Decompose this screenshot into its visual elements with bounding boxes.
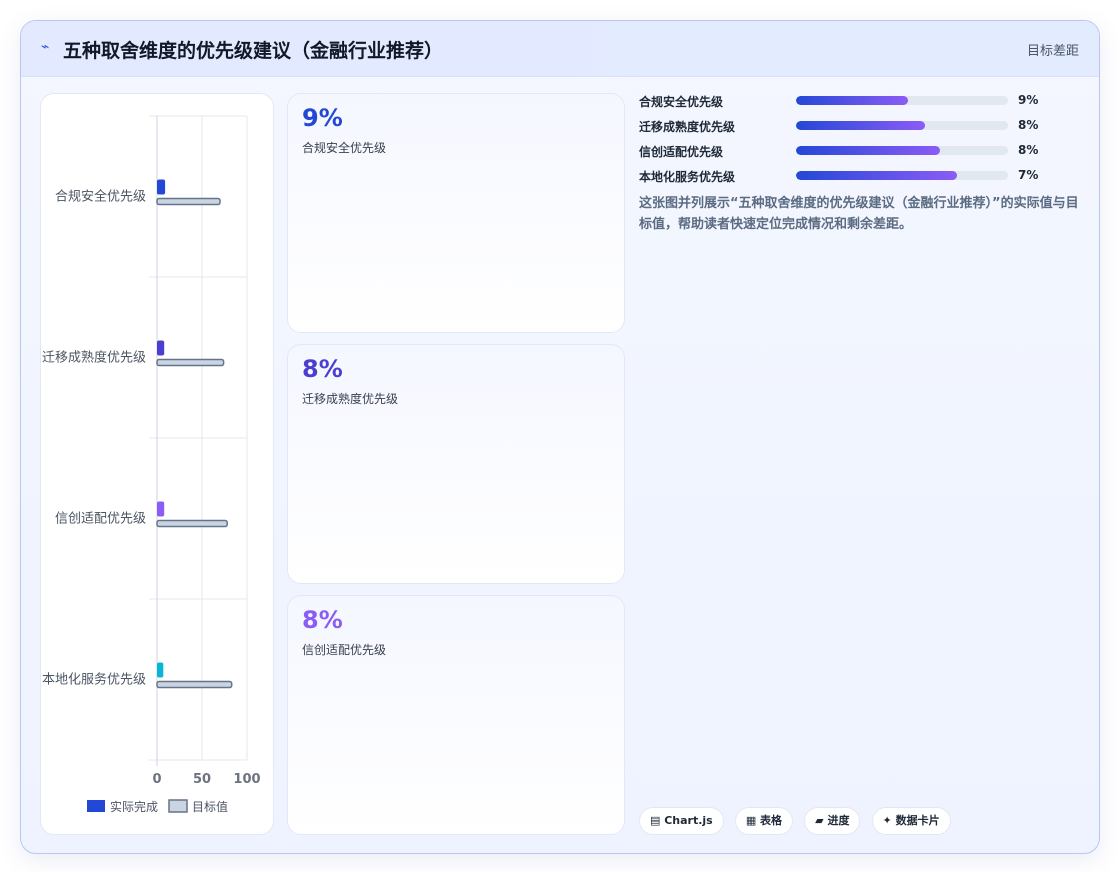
dashboard-card: ⌁ 五种取舍维度的优先级建议（金融行业推荐） 目标差距 合规安全优先级 迁移成熟度… xyxy=(20,20,1100,854)
bar-actual xyxy=(157,662,164,678)
chip-table[interactable]: ▦ 表格 xyxy=(734,807,794,835)
x-tick-label: 100 xyxy=(233,772,260,787)
category-label: 迁移成熟度优先级 xyxy=(42,350,146,366)
progress-track xyxy=(796,171,1008,180)
header-tag[interactable]: 目标差距 xyxy=(1027,40,1079,59)
kpi-label: 迁移成熟度优先级 xyxy=(302,392,399,406)
kpi-card-xinchuang: 8% 信创适配优先级 xyxy=(287,595,625,835)
progress-track xyxy=(796,146,1008,155)
legend-swatch-actual xyxy=(87,800,105,812)
progress-value: 8% xyxy=(1018,118,1039,132)
progress-value: 7% xyxy=(1018,168,1039,182)
progress-value: 9% xyxy=(1018,93,1039,107)
progress-fill xyxy=(796,171,958,180)
header-bar: ⌁ 五种取舍维度的优先级建议（金融行业推荐） 目标差距 xyxy=(21,21,1099,77)
chip-data-cards[interactable]: ✦ 数据卡片 xyxy=(871,807,951,835)
category-label: 信创适配优先级 xyxy=(55,512,146,527)
chip-progress[interactable]: ▰ 进度 xyxy=(804,807,861,835)
trend-icon: ⌁ xyxy=(41,39,50,55)
page-title: 五种取舍维度的优先级建议（金融行业推荐） xyxy=(63,40,444,62)
category-label: 合规安全优先级 xyxy=(55,189,146,205)
kpi-card-compliance: 9% 合规安全优先级 xyxy=(287,93,625,333)
progress-row: 迁移成熟度优先级 8% xyxy=(639,118,1085,143)
progress-label: 本地化服务优先级 xyxy=(639,170,736,184)
kpi-label: 合规安全优先级 xyxy=(302,141,387,155)
bar-target xyxy=(156,358,225,367)
x-tick-label: 50 xyxy=(193,772,211,787)
progress-track xyxy=(796,121,1008,130)
kpi-value: 9% xyxy=(302,104,343,132)
x-tick-label: 0 xyxy=(152,772,161,787)
progress-label: 合规安全优先级 xyxy=(639,95,724,109)
progress-row: 信创适配优先级 8% xyxy=(639,143,1085,168)
progress-value: 8% xyxy=(1018,143,1039,157)
bar-target xyxy=(156,680,233,689)
kpi-value: 8% xyxy=(302,606,343,634)
kpi-card-migration: 8% 迁移成熟度优先级 xyxy=(287,344,625,584)
bar-actual xyxy=(157,340,165,356)
chart-description: 这张图并列展示“五种取舍维度的优先级建议（金融行业推荐）”的实际值与目标值，帮助… xyxy=(639,196,1079,232)
bar-actual xyxy=(157,179,166,195)
bar-chart-panel: 合规安全优先级迁移成熟度优先级信创适配优先级本地化服务优先级 0 50 100 实际完成… xyxy=(40,93,274,835)
bar-target xyxy=(156,519,228,528)
bar-actual xyxy=(157,501,165,517)
chip-chartjs[interactable]: ▤ Chart.js xyxy=(639,807,724,835)
kpi-value: 8% xyxy=(302,355,343,383)
progress-label: 信创适配优先级 xyxy=(639,145,724,159)
progress-list: 合规安全优先级 9% 迁移成熟度优先级 8% 信创适配优先级 8% 本地化服务优… xyxy=(639,93,1085,193)
category-label: 本地化服务优先级 xyxy=(42,672,146,688)
progress-row: 本地化服务优先级 7% xyxy=(639,168,1085,193)
kpi-label: 信创适配优先级 xyxy=(302,643,387,657)
progress-fill xyxy=(796,96,909,105)
bar-chart: 合规安全优先级迁移成熟度优先级信创适配优先级本地化服务优先级 0 50 100 实际完成… xyxy=(42,115,261,814)
view-chip-group: ▤ Chart.js ▦ 表格 ▰ 进度 ✦ 数据卡片 xyxy=(639,807,957,835)
progress-track xyxy=(796,96,1008,105)
legend-label-target: 目标值 xyxy=(192,799,228,814)
progress-fill xyxy=(796,146,941,155)
progress-label: 迁移成熟度优先级 xyxy=(639,120,736,134)
legend-label-actual: 实际完成 xyxy=(110,799,158,814)
progress-fill xyxy=(796,121,926,130)
legend-swatch-target xyxy=(168,799,188,813)
progress-row: 合规安全优先级 9% xyxy=(639,93,1085,118)
bar-target xyxy=(156,197,221,206)
